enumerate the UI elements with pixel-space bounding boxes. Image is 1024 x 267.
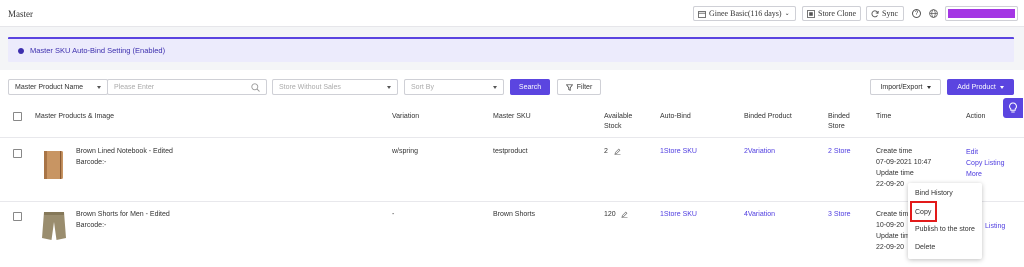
search-button[interactable]: Search <box>510 79 550 95</box>
plan-label: Ginee Basic(116 days) <box>709 9 782 18</box>
table-row: Brown Shorts for Men - Edited Barcode:- … <box>0 202 1024 267</box>
user-account-button[interactable] <box>945 6 1018 21</box>
update-time-value: 22-09-20 <box>876 244 905 251</box>
menu-item-delete[interactable]: Delete <box>915 244 935 251</box>
col-action: Action <box>966 113 986 120</box>
filter-button-label: Filter <box>576 83 593 91</box>
edit-pencil-icon[interactable] <box>614 148 621 155</box>
variation-value: w/spring <box>392 148 419 155</box>
search-button-label: Search <box>518 83 542 91</box>
store-filter-select[interactable]: Store Without Sales <box>272 79 398 95</box>
import-export-label: Import/Export <box>880 83 923 91</box>
col-time: Time <box>876 113 892 120</box>
create-time-label: Create tim <box>876 211 909 218</box>
shorts-thumbnail[interactable] <box>40 210 68 242</box>
copy-listing-link[interactable]: Copy Listing <box>966 159 1005 169</box>
col-available-stock-line1: Available <box>604 113 633 120</box>
product-barcode: Barcode:- <box>76 222 107 229</box>
import-export-button[interactable]: Import/Export <box>870 79 941 95</box>
help-icon[interactable]: ? <box>912 9 921 18</box>
filter-icon <box>565 83 573 91</box>
top-bar: Master Ginee Basic(116 days) ⌄ Store Clo… <box>0 0 1024 27</box>
caret-down-icon <box>926 85 931 89</box>
auto-bind-link[interactable]: 1Store SKU <box>660 147 697 157</box>
create-time-value: 10-09-20 <box>876 222 905 229</box>
notebook-thumbnail[interactable] <box>42 150 66 180</box>
master-sku-value: Brown Shorts <box>493 211 536 218</box>
search-field-value: Master Product Name <box>15 83 84 91</box>
table-header: Master Products & Image Variation Master… <box>0 106 1024 138</box>
auto-bind-link[interactable]: 1Store SKU <box>660 210 697 220</box>
sync-button[interactable]: Sync <box>866 6 904 21</box>
redacted-username <box>948 9 1015 18</box>
page-title: Master <box>8 9 33 19</box>
menu-item-publish-to-store[interactable]: Publish to the store <box>915 226 975 233</box>
sort-by-select[interactable]: Sort By <box>404 79 504 95</box>
row-checkbox[interactable] <box>13 212 22 221</box>
store-clone-label: Store Clone <box>818 9 856 18</box>
search-placeholder: Please Enter <box>114 83 155 91</box>
caret-down-icon <box>493 86 497 89</box>
available-stock-value: 120 <box>604 211 616 218</box>
update-time-label: Update tim <box>876 233 910 240</box>
row-checkbox[interactable] <box>13 149 22 158</box>
col-available-stock-line2: Stock <box>604 123 622 130</box>
binded-product-link[interactable]: 4Variation <box>744 210 775 220</box>
sort-by-value: Sort By <box>411 83 434 91</box>
lightbulb-icon <box>1009 102 1017 113</box>
caret-down-icon <box>387 86 391 89</box>
search-field-select[interactable]: Master Product Name <box>8 79 108 95</box>
product-list-card: Master Product Name Please Enter Store W… <box>0 70 1024 267</box>
banner-text: Master SKU Auto-Bind Setting (Enabled) <box>30 46 166 55</box>
col-master-sku: Master SKU <box>493 113 531 120</box>
product-barcode: Barcode:- <box>76 159 107 166</box>
caret-down-icon <box>999 85 1004 89</box>
globe-icon[interactable] <box>929 9 938 18</box>
master-sku-value: testproduct <box>493 148 528 155</box>
menu-item-bind-history[interactable]: Bind History <box>915 190 953 197</box>
sync-icon <box>871 9 879 17</box>
listing-link[interactable]: Listing <box>985 222 1005 232</box>
more-link[interactable]: More <box>966 170 982 180</box>
binded-product-link[interactable]: 2Variation <box>744 147 775 157</box>
edit-link[interactable]: Edit <box>966 148 978 158</box>
create-time-label: Create time <box>876 148 913 155</box>
tips-button[interactable] <box>1003 98 1023 118</box>
variation-value: - <box>392 211 395 218</box>
update-time-value: 22-09-20 <box>876 181 905 188</box>
chevron-down-icon: ⌄ <box>784 11 790 17</box>
caret-down-icon <box>97 86 101 89</box>
store-filter-value: Store Without Sales <box>279 83 341 91</box>
binded-store-link[interactable]: 3 Store <box>828 210 851 220</box>
plan-selector[interactable]: Ginee Basic(116 days) ⌄ <box>693 6 796 21</box>
select-all-checkbox[interactable] <box>13 112 22 121</box>
store-clone-button[interactable]: Store Clone <box>802 6 861 21</box>
col-auto-bind: Auto-Bind <box>660 113 691 120</box>
create-time-value: 07-09-2021 10:47 <box>876 159 932 166</box>
info-dot-icon <box>18 47 24 54</box>
available-stock-value: 2 <box>604 148 608 155</box>
binded-store-link[interactable]: 2 Store <box>828 147 851 157</box>
product-name[interactable]: Brown Lined Notebook - Edited <box>76 147 173 157</box>
add-product-button[interactable]: Add Product <box>947 79 1014 95</box>
col-binded-store-line1: Binded <box>828 113 850 120</box>
col-binded-product: Binded Product <box>744 113 792 120</box>
copy-highlight-box <box>910 201 937 222</box>
edit-pencil-icon[interactable] <box>621 211 628 218</box>
product-name[interactable]: Brown Shorts for Men - Edited <box>76 210 170 220</box>
update-time-label: Update time <box>876 170 914 177</box>
search-input[interactable]: Please Enter <box>107 79 267 95</box>
table-row: Brown Lined Notebook - Edited Barcode:- … <box>0 139 1024 202</box>
sync-label: Sync <box>882 9 898 18</box>
filter-bar: Master Product Name Please Enter Store W… <box>0 79 1024 95</box>
add-product-label: Add Product <box>957 83 996 91</box>
search-icon[interactable] <box>251 83 260 92</box>
filter-button[interactable]: Filter <box>557 79 601 95</box>
auto-bind-banner: Master SKU Auto-Bind Setting (Enabled) <box>8 37 1014 62</box>
col-variation: Variation <box>392 113 420 120</box>
store-clone-icon <box>807 9 815 18</box>
col-binded-store-line2: Store <box>828 123 845 130</box>
calendar-icon <box>698 10 706 18</box>
col-product: Master Products & Image <box>35 113 114 120</box>
